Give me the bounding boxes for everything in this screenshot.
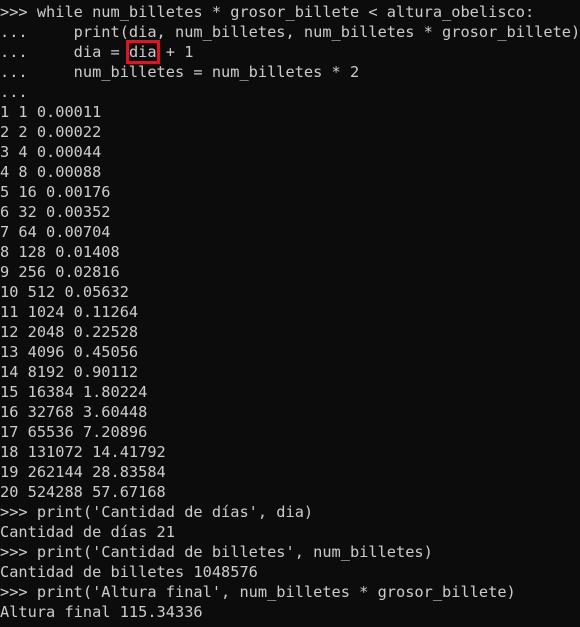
output-line: 18 131072 14.41792 xyxy=(0,443,166,461)
console-line: ... print(dia, num_billetes, num_billete… xyxy=(0,23,580,41)
output-line: 4 8 0.00088 xyxy=(0,163,102,181)
console-line: >>> print('Cantidad de billetes', num_bi… xyxy=(0,543,433,561)
output-line: Cantidad de días 21 xyxy=(0,523,175,541)
output-line: 5 16 0.00176 xyxy=(0,183,111,201)
output-line: 11 1024 0.11264 xyxy=(0,303,139,321)
console-line: ... xyxy=(0,83,28,101)
output-line: 12 2048 0.22528 xyxy=(0,323,139,341)
output-line: 16 32768 3.60448 xyxy=(0,403,148,421)
console-line-suffix: + 1 xyxy=(156,43,194,61)
output-line: 20 524288 57.67168 xyxy=(0,483,166,501)
output-line: 15 16384 1.80224 xyxy=(0,383,148,401)
output-line: 10 512 0.05632 xyxy=(0,283,129,301)
highlighted-variable: dia xyxy=(125,40,160,64)
output-line: 9 256 0.02816 xyxy=(0,263,120,281)
output-line: 8 128 0.01408 xyxy=(0,243,120,261)
console-line: >>> print('Altura final', num_billetes *… xyxy=(0,583,516,601)
console-line-prefix: ... dia = xyxy=(0,43,129,61)
output-line: 7 64 0.00704 xyxy=(0,223,111,241)
terminal-console[interactable]: >>> while num_billetes * grosor_billete … xyxy=(0,0,580,627)
output-line: 14 8192 0.90112 xyxy=(0,363,139,381)
console-line: >>> print('Cantidad de días', dia) xyxy=(0,503,314,521)
output-line: 1 1 0.00011 xyxy=(0,103,102,121)
output-line: 19 262144 28.83584 xyxy=(0,463,166,481)
output-line: 6 32 0.00352 xyxy=(0,203,111,221)
console-line-highlighted: ... dia = dia + 1 xyxy=(0,40,580,64)
output-line: 17 65536 7.20896 xyxy=(0,423,148,441)
output-line: Cantidad de billetes 1048576 xyxy=(0,563,258,581)
output-line: 2 2 0.00022 xyxy=(0,123,102,141)
output-line: 3 4 0.00044 xyxy=(0,143,102,161)
console-line: >>> while num_billetes * grosor_billete … xyxy=(0,3,535,21)
output-line: 13 4096 0.45056 xyxy=(0,343,139,361)
output-line: Altura final 115.34336 xyxy=(0,603,203,621)
console-line: ... num_billetes = num_billetes * 2 xyxy=(0,63,360,81)
